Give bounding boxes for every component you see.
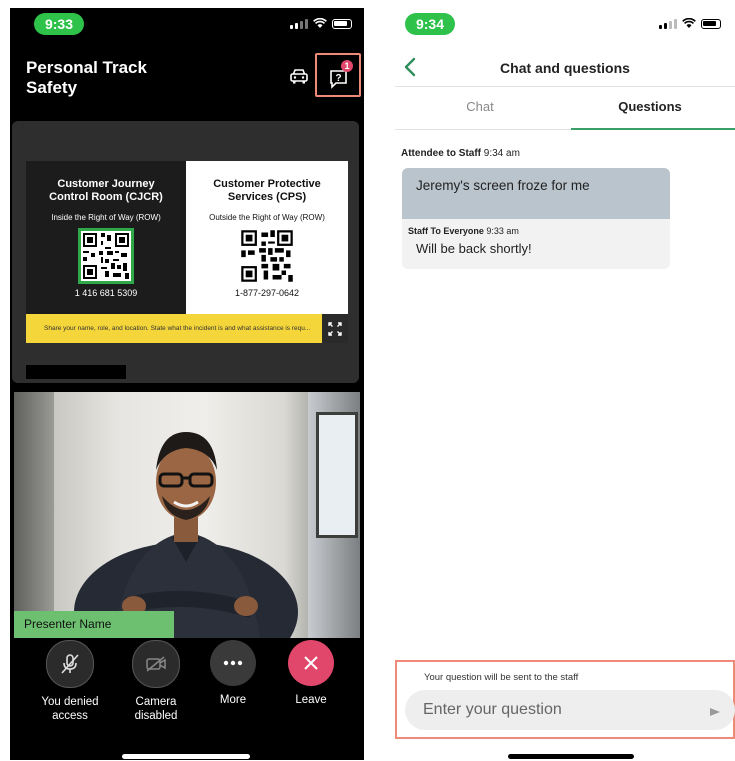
status-bar: 9:34 [395, 8, 735, 38]
microphone-button[interactable]: You denied access [35, 640, 105, 723]
reply-sender: Staff To Everyone [408, 226, 484, 236]
expand-button[interactable] [322, 314, 348, 343]
wifi-icon [682, 18, 696, 28]
svg-text:?: ? [335, 73, 341, 84]
shared-slide: Customer Journey Control Room (CJCR) Ins… [26, 161, 348, 343]
presenter-video [14, 392, 360, 638]
chat-tabs: Chat Questions [395, 86, 735, 130]
car-mode-icon[interactable] [289, 67, 309, 85]
question-chat-icon: ? [330, 70, 347, 89]
camera-label: Camera disabled [134, 696, 178, 722]
questions-button[interactable]: ? 1 [315, 53, 361, 97]
microphone-label: You denied access [41, 696, 99, 722]
camera-button[interactable]: Camera disabled [121, 640, 191, 723]
question-input-area: Your question will be sent to the staff [395, 660, 735, 739]
home-indicator[interactable] [122, 754, 250, 759]
slide-cjcr-subtitle: Inside the Right of Way (ROW) [51, 213, 161, 222]
more-button[interactable]: More [198, 640, 268, 707]
reply-time: 9:33 am [486, 226, 519, 236]
slide-cps-phone: 1-877-297-0642 [234, 288, 300, 298]
session-title: Personal Track Safety [26, 58, 147, 97]
slide-cjcr-heading: Customer Journey Control Room (CJCR) [49, 178, 163, 203]
reply-text: Will be back shortly! [416, 241, 532, 256]
presenter-image [74, 432, 298, 638]
more-label: More [219, 694, 247, 706]
wifi-icon [313, 18, 327, 28]
camera-off-icon [146, 656, 166, 672]
slide-footer-text: Share your name, role, and location. Sta… [26, 314, 348, 343]
message-sender: Attendee to Staff [401, 148, 481, 159]
question-text: Jeremy's screen froze for me [402, 168, 670, 219]
screen-share-panel: Customer Journey Control Room (CJCR) Ins… [12, 121, 359, 383]
slide-cjcr-phone: 1 416 681 5309 [74, 288, 138, 298]
meeting-screen: 9:33 Personal Track Safety ? 1 Customer … [10, 8, 364, 760]
status-time: 9:33 [34, 13, 84, 35]
page-title: Chat and questions [500, 60, 630, 76]
meeting-controls: You denied access Camera disabled More L… [10, 640, 364, 740]
slide-cjcr-column: Customer Journey Control Room (CJCR) Ins… [26, 161, 186, 314]
cellular-signal-icon [290, 18, 308, 29]
home-indicator[interactable] [508, 754, 634, 759]
chat-questions-screen: 9:34 Chat and questions Chat Questions A… [395, 8, 735, 760]
notification-badge: 1 [341, 60, 353, 72]
input-hint: Your question will be sent to the staff [424, 672, 579, 683]
more-dots-icon [223, 660, 243, 666]
tab-chat[interactable]: Chat [395, 87, 565, 129]
qr-code-icon [78, 228, 134, 284]
slide-cps-subtitle: Outside the Right of Way (ROW) [209, 213, 325, 222]
tab-questions[interactable]: Questions [565, 87, 735, 130]
share-label-bar [26, 365, 126, 379]
expand-icon [328, 321, 342, 336]
status-time: 9:34 [405, 13, 455, 35]
message-time: 9:34 am [483, 148, 520, 159]
battery-icon [701, 19, 721, 29]
status-bar: 9:33 [10, 8, 364, 38]
reply-meta: Staff To Everyone 9:33 am [402, 219, 670, 236]
slide-cps-column: Customer Protective Services (CPS) Outsi… [186, 161, 348, 314]
leave-label: Leave [295, 694, 327, 706]
question-card: Jeremy's screen froze for me Staff To Ev… [402, 168, 670, 269]
leave-button[interactable]: Leave [276, 640, 346, 707]
microphone-off-icon [61, 654, 79, 674]
qr-code-icon [239, 228, 295, 284]
send-icon[interactable] [709, 707, 721, 717]
slide-cps-heading: Customer Protective Services (CPS) [213, 178, 321, 203]
close-icon [304, 656, 318, 670]
question-input[interactable] [405, 690, 735, 730]
message-meta: Attendee to Staff 9:34 am [401, 148, 520, 159]
cellular-signal-icon [659, 18, 677, 29]
presenter-name-label: Presenter Name [14, 611, 174, 638]
battery-icon [332, 19, 352, 29]
